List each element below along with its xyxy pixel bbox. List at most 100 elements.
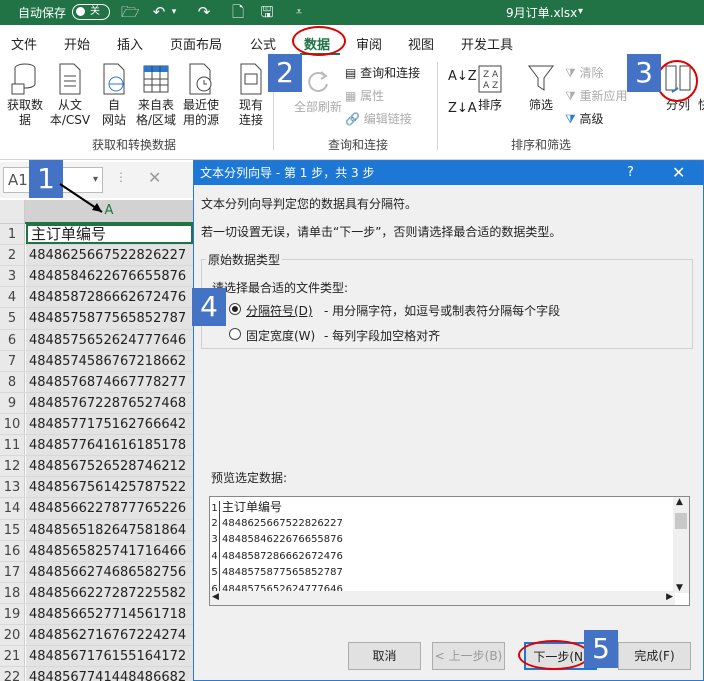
select-all-corner[interactable] xyxy=(0,200,25,224)
fixed-width-radio[interactable] xyxy=(229,328,241,340)
help-icon[interactable]: ? xyxy=(627,161,634,185)
cell-a[interactable]: 4848566227877765226 xyxy=(26,498,193,519)
filter-button[interactable]: 筛选 xyxy=(522,62,560,113)
tab-file[interactable]: 文件 xyxy=(11,34,37,53)
existing-connections-button[interactable]: 现有 连接 xyxy=(233,62,269,128)
row-number[interactable]: 11 xyxy=(0,435,25,456)
tab-page-layout[interactable]: 页面布局 xyxy=(170,34,222,53)
cell-a[interactable]: 4848567561425787522 xyxy=(26,477,193,498)
row-number[interactable]: 14 xyxy=(0,498,25,519)
tab-formulas[interactable]: 公式 xyxy=(250,34,276,53)
cancel-icon[interactable]: ✕ xyxy=(148,168,161,187)
row-number[interactable]: 15 xyxy=(0,519,25,540)
recent-sources-button[interactable]: 最近使 用的源 xyxy=(178,62,224,128)
table-icon xyxy=(143,65,169,93)
cell-a[interactable]: 4848576874667778277 xyxy=(26,371,193,392)
cell-a[interactable]: 4848567176155164172 xyxy=(26,646,193,667)
row-number[interactable]: 22 xyxy=(0,667,25,681)
sort-descending-button[interactable]: Z↓A xyxy=(448,102,477,116)
redo-icon[interactable]: ↷ xyxy=(195,3,213,21)
row-number[interactable]: 17 xyxy=(0,561,25,582)
cell-a[interactable]: 4848574586767218662 xyxy=(26,350,193,371)
autosave-toggle[interactable]: 关 xyxy=(72,4,110,20)
flash-fill-partial-label[interactable]: 快 xyxy=(698,98,704,112)
cell-a[interactable]: 4848567526528746212 xyxy=(26,456,193,477)
row-number[interactable]: 13 xyxy=(0,477,25,498)
tab-home[interactable]: 开始 xyxy=(64,34,90,53)
row-number[interactable]: 9 xyxy=(0,392,25,413)
row-number[interactable]: 19 xyxy=(0,603,25,625)
row-number[interactable]: 7 xyxy=(0,350,25,371)
undo-icon[interactable]: ↶ xyxy=(150,3,168,21)
ribbon-tabs: 文件 开始 插入 页面布局 公式 数据 审阅 视图 开发工具 xyxy=(0,25,704,56)
properties-button[interactable]: ▦ 属性 xyxy=(345,89,384,103)
row-number[interactable]: 20 xyxy=(0,625,25,646)
from-text-csv-button[interactable]: 从文 本/CSV xyxy=(48,62,92,128)
tab-review[interactable]: 审阅 xyxy=(356,34,382,53)
table-row: 18 4848566227287225582 xyxy=(0,582,193,604)
arrow-annotation xyxy=(59,183,103,213)
row-number[interactable]: 1 xyxy=(0,224,25,245)
cell-a[interactable]: 4848625667522826227 xyxy=(26,245,193,266)
tab-insert[interactable]: 插入 xyxy=(117,34,143,53)
preview-row-value: 主订单编号 xyxy=(222,500,283,514)
undo-dropdown-icon[interactable]: ▾ xyxy=(169,3,179,21)
save-icon[interactable]: 🖫 xyxy=(258,3,276,21)
filter-label: 筛选 xyxy=(528,98,553,112)
row-number[interactable]: 12 xyxy=(0,456,25,477)
cell-a[interactable]: 4848562716767224274 xyxy=(26,625,193,646)
back-button[interactable]: < 上一步(B) xyxy=(432,642,505,670)
cell-a[interactable]: 4848567741448486682 xyxy=(26,667,193,681)
cell-a[interactable]: 4848566227287225582 xyxy=(26,582,193,603)
advanced-filter-button[interactable]: ⧩ 高级 xyxy=(565,112,604,126)
row-number[interactable]: 21 xyxy=(0,646,25,667)
open-folder-icon[interactable]: 🗁 xyxy=(121,3,140,21)
cell-a[interactable]: 4848575877565852787 xyxy=(26,308,193,329)
cell-a[interactable]: 4848565825741716466 xyxy=(26,540,193,561)
edit-links-button[interactable]: 🔗 编辑链接 xyxy=(345,112,412,126)
cell-a[interactable]: 4848587286662672476 xyxy=(26,287,193,308)
row-number[interactable]: 5 xyxy=(0,308,25,329)
row-number[interactable]: 8 xyxy=(0,371,25,392)
document-icon[interactable]: 🗋 xyxy=(229,3,247,21)
delimited-radio[interactable] xyxy=(229,303,241,315)
filename-dropdown-icon[interactable]: ▾ xyxy=(578,6,583,17)
finish-button[interactable]: 完成(F) xyxy=(618,642,691,670)
preview-box[interactable]: 1 主订单编号 2 4848625667522826227 3 4848584622676… xyxy=(209,496,690,606)
fixed-width-label[interactable]: 固定宽度(W) xyxy=(246,327,315,344)
preview-horizontal-scrollbar[interactable]: ◀ ▶ xyxy=(210,591,675,605)
row-number[interactable]: 16 xyxy=(0,540,25,561)
queries-connections-button[interactable]: ▤ 查询和连接 xyxy=(345,66,420,80)
cell-a[interactable]: 4848566527714561718 xyxy=(26,603,193,625)
cell-a[interactable]: 4848577175162766642 xyxy=(26,413,193,435)
sort-ascending-button[interactable]: A↓Z xyxy=(448,70,477,84)
cell-a[interactable]: 主订单编号 xyxy=(26,224,193,245)
sort-button[interactable]: Z AA Z 排序 xyxy=(474,62,506,113)
from-table-button[interactable]: 来自表 格/区域 xyxy=(134,62,178,128)
cell-a[interactable]: 4848584622676655876 xyxy=(26,266,193,287)
cancel-button[interactable]: 取消 xyxy=(348,642,421,670)
row-number[interactable]: 18 xyxy=(0,582,25,603)
row-number[interactable]: 3 xyxy=(0,266,25,287)
tab-view[interactable]: 视图 xyxy=(408,34,434,53)
from-web-button[interactable]: 自 网站 xyxy=(94,62,134,128)
cell-a[interactable]: 4848577641616185178 xyxy=(26,435,193,456)
customize-toolbar-icon[interactable]: ⩡ xyxy=(290,3,308,21)
reapply-button[interactable]: ⧩ 重新应用 xyxy=(565,89,628,103)
preview-vertical-scrollbar[interactable]: ▲ ▼ xyxy=(673,497,689,593)
clear-filter-button[interactable]: ⧩ 清除 xyxy=(565,66,604,80)
column-header-a[interactable]: A xyxy=(25,200,193,224)
row-number[interactable]: 6 xyxy=(0,329,25,350)
cell-a[interactable]: 4848565182647581864 xyxy=(26,519,193,540)
row-number[interactable]: 4 xyxy=(0,287,25,308)
tab-developer[interactable]: 开发工具 xyxy=(461,34,513,53)
close-icon[interactable]: ✕ xyxy=(672,161,685,185)
row-number[interactable]: 2 xyxy=(0,245,25,266)
table-row: 13 4848567561425787522 xyxy=(0,477,193,499)
get-data-button[interactable]: 获取数 据 xyxy=(2,62,48,128)
cell-a[interactable]: 4848576722876527468 xyxy=(26,392,193,413)
delimited-label[interactable]: 分隔符号(D) xyxy=(246,302,313,319)
cell-a[interactable]: 4848566274686582756 xyxy=(26,561,193,582)
row-number[interactable]: 10 xyxy=(0,413,25,435)
cell-a[interactable]: 4848575652624777646 xyxy=(26,329,193,350)
